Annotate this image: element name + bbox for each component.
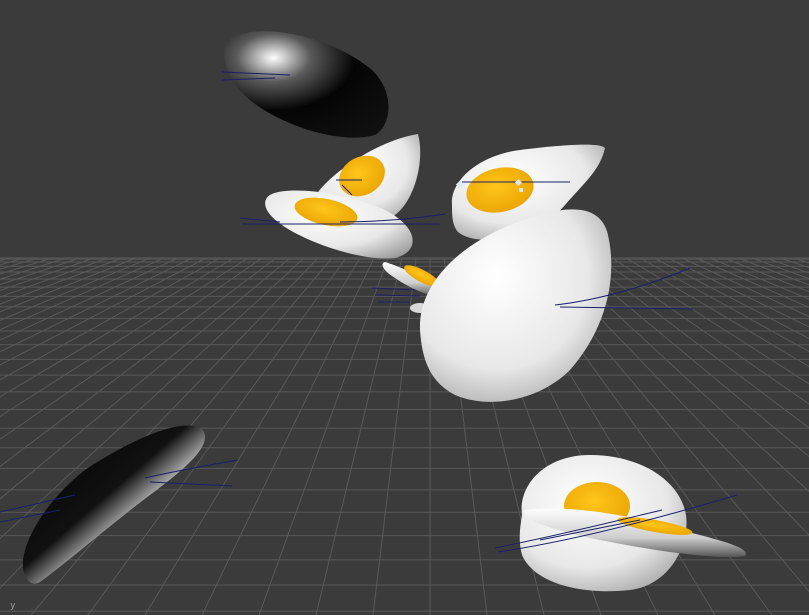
ground-grid <box>0 257 809 615</box>
egg-large-center[interactable] <box>419 209 612 402</box>
3d-viewport[interactable] <box>0 0 809 615</box>
axis-label-y: y <box>10 601 16 611</box>
dark-egg-top[interactable] <box>224 31 389 138</box>
